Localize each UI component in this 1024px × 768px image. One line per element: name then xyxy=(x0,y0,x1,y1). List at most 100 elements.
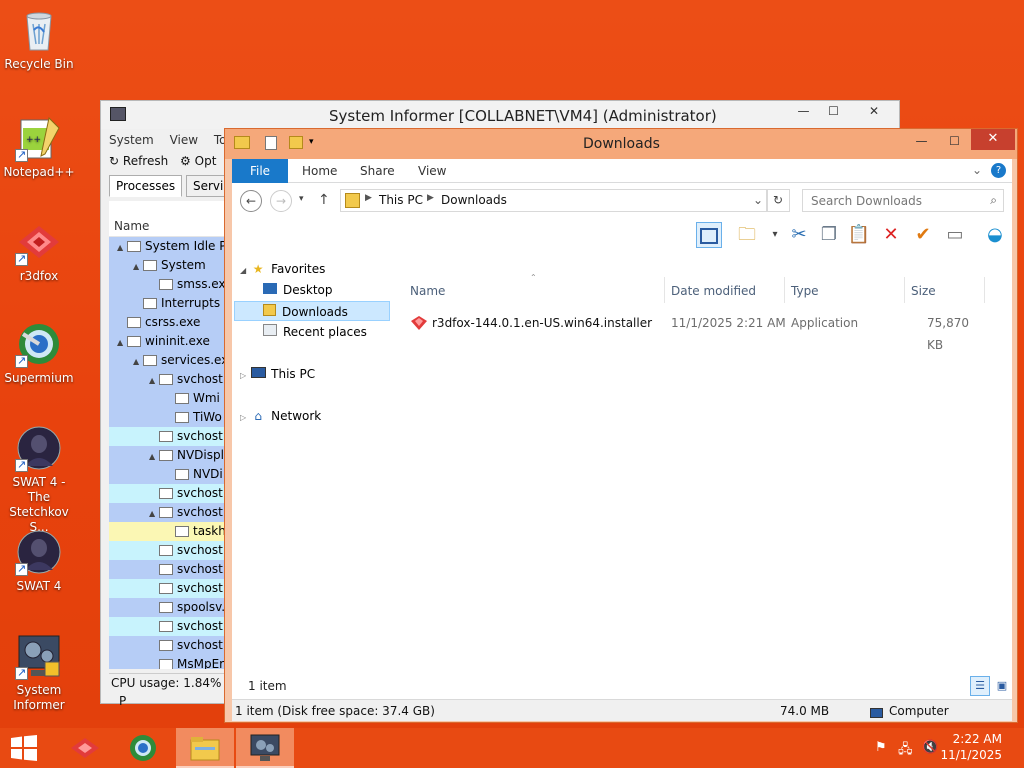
process-row[interactable]: ▲ wininit.exe xyxy=(109,332,225,351)
minimize-button[interactable]: — xyxy=(906,131,937,152)
volume-muted-icon[interactable]: 🔇 xyxy=(922,740,938,755)
explorer-titlebar[interactable]: ▾ Downloads — ☐ ✕ xyxy=(225,129,1017,159)
preview-pane-button[interactable] xyxy=(696,222,722,248)
breadcrumb-this-pc[interactable]: This PC xyxy=(379,193,423,207)
process-row[interactable]: ▲ NVDispl xyxy=(109,446,225,465)
copy-icon[interactable]: ❐ xyxy=(816,222,842,248)
process-row[interactable]: ▲ svchost. xyxy=(109,503,225,522)
close-button[interactable]: ✕ xyxy=(971,129,1015,150)
process-row[interactable]: MsMpEr xyxy=(109,655,225,669)
cut-icon[interactable]: ✂ xyxy=(786,222,812,248)
new-folder-icon[interactable] xyxy=(289,136,303,149)
process-row[interactable]: svchost. xyxy=(109,427,225,446)
nav-desktop[interactable]: Desktop xyxy=(262,280,333,300)
tab-file[interactable]: File xyxy=(232,159,288,183)
column-separator[interactable] xyxy=(984,277,985,303)
process-row[interactable]: svchost. xyxy=(109,484,225,503)
action-center-flag-icon[interactable]: ⚑ xyxy=(875,740,887,755)
nav-downloads[interactable]: Downloads xyxy=(234,301,390,321)
system-informer-titlebar[interactable]: System Informer [COLLABNET\VM4] (Adminis… xyxy=(101,101,899,129)
menu-system[interactable]: System xyxy=(109,133,154,147)
taskbar-system-informer[interactable] xyxy=(236,728,294,768)
address-bar[interactable]: ▶ This PC ▶ Downloads ⌄ xyxy=(340,189,768,212)
process-row[interactable]: ▲ svchost. xyxy=(109,370,225,389)
tree-toggle-icon[interactable]: ▲ xyxy=(149,371,159,390)
dropdown-icon[interactable]: ▾ xyxy=(762,222,788,248)
shell-icon[interactable]: ◒ xyxy=(982,222,1008,248)
tree-toggle-icon[interactable]: ▲ xyxy=(133,352,143,371)
nav-this-pc[interactable]: ▷ This PC xyxy=(240,364,315,384)
tab-view[interactable]: View xyxy=(418,164,446,178)
column-type[interactable]: Type xyxy=(791,284,819,298)
process-row[interactable]: Interrupts xyxy=(109,294,225,313)
search-input[interactable]: Search Downloads ⌕ xyxy=(802,189,1004,212)
process-row[interactable]: Wmi xyxy=(109,389,225,408)
taskbar-r3dfox[interactable] xyxy=(56,728,114,768)
up-button[interactable]: ↑ xyxy=(318,192,330,208)
process-row[interactable]: NVDi xyxy=(109,465,225,484)
file-row[interactable]: r3dfox-144.0.1.en-US.win64.installer 11/… xyxy=(402,312,982,352)
column-date-modified[interactable]: Date modified xyxy=(671,284,756,298)
start-button[interactable] xyxy=(0,728,48,768)
help-icon[interactable]: ? xyxy=(991,163,1006,178)
tree-toggle-icon[interactable]: ▲ xyxy=(149,504,159,523)
recent-locations-icon[interactable]: ▾ xyxy=(299,194,304,204)
back-button[interactable]: ← xyxy=(240,190,262,212)
column-separator[interactable] xyxy=(664,277,665,303)
nav-network[interactable]: ▷ ⌂ Network xyxy=(240,406,321,426)
address-dropdown-icon[interactable]: ⌄ xyxy=(753,193,763,207)
process-tree[interactable]: Name ▲System Idle Pr▲Systemsmss.exeInter… xyxy=(109,201,225,669)
process-row[interactable]: ▲ System Idle Pr xyxy=(109,237,225,256)
select-icon[interactable]: ▭ xyxy=(942,222,968,248)
process-row[interactable]: svchost. xyxy=(109,579,225,598)
taskbar-file-explorer[interactable] xyxy=(176,728,234,768)
taskbar-supermium[interactable] xyxy=(114,728,172,768)
desktop-icon-swat4-expansion[interactable]: SWAT 4 - The Stetchkov S... xyxy=(0,424,78,535)
process-row[interactable]: taskh xyxy=(109,522,225,541)
process-row[interactable]: spoolsv. xyxy=(109,598,225,617)
properties-icon[interactable] xyxy=(265,136,277,150)
clock[interactable]: 2:22 AM 11/1/2025 xyxy=(940,731,1002,763)
tree-toggle-icon[interactable]: ▲ xyxy=(149,447,159,466)
file-list[interactable]: ⌃ Name Date modified Type Size r3dfox-14… xyxy=(402,255,1012,695)
process-row[interactable]: csrss.exe xyxy=(109,313,225,332)
tab-home[interactable]: Home xyxy=(302,164,337,178)
delete-icon[interactable]: ✕ xyxy=(878,222,904,248)
column-header-name[interactable]: Name xyxy=(109,201,225,237)
tree-toggle-icon[interactable]: ▲ xyxy=(117,238,127,257)
menu-view[interactable]: View xyxy=(170,133,198,147)
process-row[interactable]: svchost. xyxy=(109,636,225,655)
desktop-icon-swat4[interactable]: SWAT 4 xyxy=(0,528,78,594)
properties-button[interactable]: 🗀 xyxy=(734,222,760,248)
desktop-icon-r3dfox[interactable]: r3dfox xyxy=(0,218,78,284)
large-icons-view-button[interactable]: ▣ xyxy=(992,676,1012,696)
desktop-icon-system-informer[interactable]: System Informer xyxy=(0,632,78,713)
process-row[interactable]: ▲ services.exe xyxy=(109,351,225,370)
ribbon-expand-icon[interactable]: ⌄ xyxy=(972,163,982,177)
refresh-button[interactable]: ↻ xyxy=(766,189,790,212)
tab-processes[interactable]: Processes xyxy=(109,175,183,197)
process-row[interactable]: TiWo xyxy=(109,408,225,427)
process-row[interactable]: smss.exe xyxy=(109,275,225,294)
breadcrumb-downloads[interactable]: Downloads xyxy=(441,193,507,207)
desktop-icon-supermium[interactable]: Supermium xyxy=(0,320,78,386)
tree-toggle-icon[interactable]: ▲ xyxy=(133,257,143,276)
minimize-button[interactable]: — xyxy=(788,101,819,122)
forward-button[interactable]: → xyxy=(270,190,292,212)
refresh-button[interactable]: ↻ Refresh xyxy=(109,154,168,168)
close-button[interactable]: ✕ xyxy=(851,101,897,122)
process-row[interactable]: ▲ System xyxy=(109,256,225,275)
desktop-icon-notepad-plus-plus[interactable]: ++ Notepad++ xyxy=(0,114,78,180)
options-button[interactable]: ⚙ Opt xyxy=(180,154,216,168)
process-row[interactable]: svchost. xyxy=(109,617,225,636)
tab-share[interactable]: Share xyxy=(360,164,395,178)
tree-toggle-icon[interactable]: ▲ xyxy=(117,333,127,352)
column-name[interactable]: Name xyxy=(410,284,445,298)
process-row[interactable]: svchost. xyxy=(109,541,225,560)
column-size[interactable]: Size xyxy=(911,284,936,298)
column-separator[interactable] xyxy=(904,277,905,303)
nav-favorites[interactable]: ◢ ★ Favorites xyxy=(240,259,325,279)
paste-icon[interactable]: 📋 xyxy=(846,222,872,248)
quick-access-dropdown-icon[interactable]: ▾ xyxy=(309,137,314,147)
column-separator[interactable] xyxy=(784,277,785,303)
